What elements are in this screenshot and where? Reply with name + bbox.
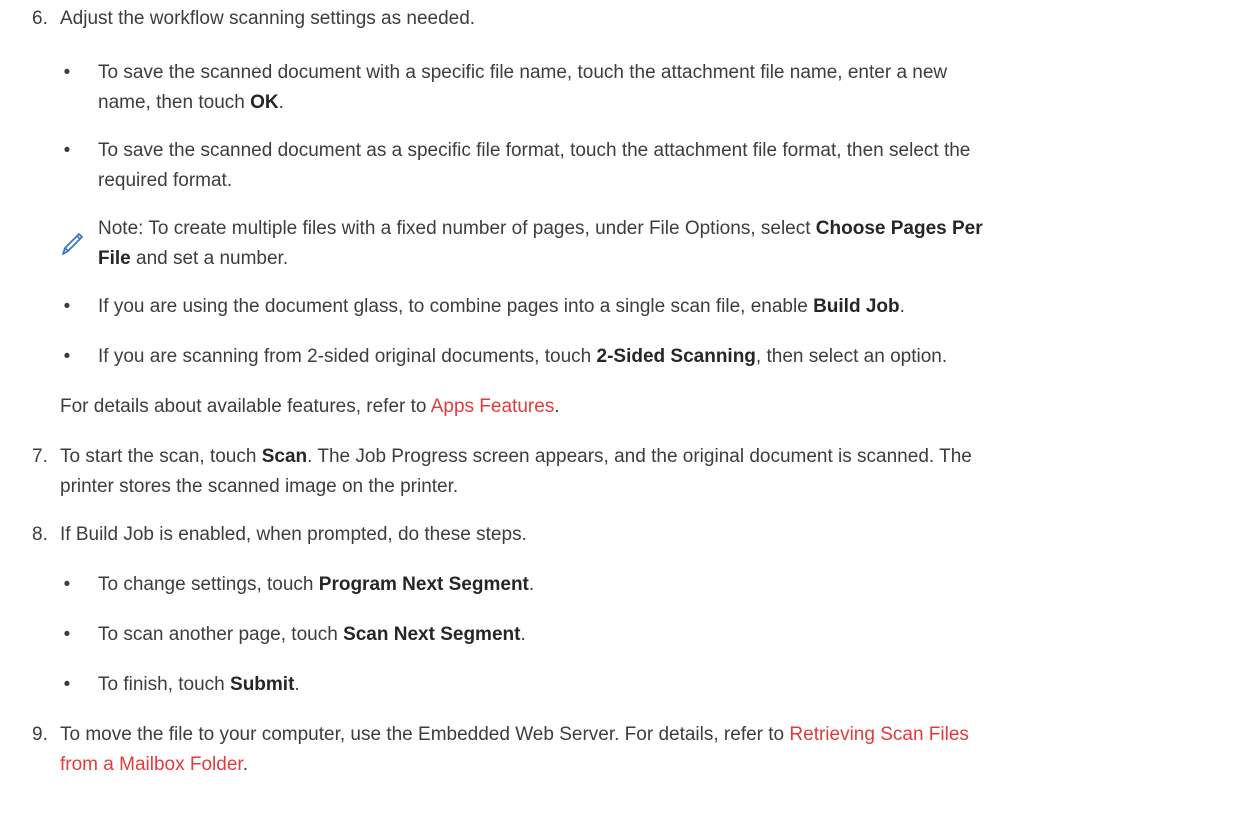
bullet-marker: • bbox=[63, 296, 71, 317]
bullet-marker: • bbox=[63, 574, 71, 595]
step-8-bullet-3: To finish, touch Submit. bbox=[98, 674, 300, 695]
bullet-marker: • bbox=[63, 346, 71, 367]
step-8-text: If Build Job is enabled, when prompted, … bbox=[60, 524, 527, 545]
step-6-bullet-2-line-2: required format. bbox=[98, 170, 233, 191]
note-line-1: Note: To create multiple files with a fi… bbox=[98, 218, 983, 239]
pencil-icon bbox=[57, 228, 87, 258]
step-6-text: Adjust the workflow scanning settings as… bbox=[60, 8, 476, 29]
bullet-marker: • bbox=[63, 62, 71, 83]
step-6-number: 6. bbox=[32, 8, 48, 29]
note-line-2: File and set a number. bbox=[98, 248, 289, 269]
step-6-bullet-4: If you are scanning from 2-sided origina… bbox=[98, 346, 948, 367]
step-8-bullet-1: To change settings, touch Program Next S… bbox=[98, 574, 535, 595]
bullet-marker: • bbox=[63, 674, 71, 695]
bullet-marker: • bbox=[63, 140, 71, 161]
step-9-line-2: from a Mailbox Folder. bbox=[60, 754, 248, 775]
step-7-line-2: printer stores the scanned image on the … bbox=[60, 476, 459, 497]
step-6-bullet-1-line-1: To save the scanned document with a spec… bbox=[98, 62, 948, 83]
step-8-bullet-2: To scan another page, touch Scan Next Se… bbox=[98, 624, 526, 645]
step-9-line-1: To move the file to your computer, use t… bbox=[60, 724, 969, 745]
step-9-number: 9. bbox=[32, 724, 48, 745]
step-8-number: 8. bbox=[32, 524, 48, 545]
step-7-line-1: To start the scan, touch Scan. The Job P… bbox=[60, 446, 972, 467]
mailbox-folder-link[interactable]: from a Mailbox Folder bbox=[60, 754, 243, 775]
two-sided-scanning-term: 2-Sided Scanning bbox=[596, 346, 756, 367]
details-line: For details about available features, re… bbox=[60, 396, 560, 417]
step-6-bullet-2-line-1: To save the scanned document as a specif… bbox=[98, 140, 971, 161]
step-6-bullet-3: If you are using the document glass, to … bbox=[98, 296, 905, 317]
retrieving-scan-files-link[interactable]: Retrieving Scan Files bbox=[789, 724, 969, 745]
build-job-term: Build Job bbox=[813, 296, 900, 317]
scan-next-segment-term: Scan Next Segment bbox=[343, 624, 521, 645]
bullet-marker: • bbox=[63, 624, 71, 645]
ok-term: OK bbox=[250, 92, 279, 113]
scan-term: Scan bbox=[261, 446, 308, 467]
step-7-number: 7. bbox=[32, 446, 48, 467]
choose-pages-per-file-term: Choose Pages Per bbox=[815, 218, 983, 239]
apps-features-link[interactable]: Apps Features bbox=[431, 396, 555, 417]
submit-term: Submit bbox=[230, 674, 295, 695]
step-6-bullet-1-line-2: name, then touch OK. bbox=[98, 92, 284, 113]
program-next-segment-term: Program Next Segment bbox=[318, 574, 529, 595]
